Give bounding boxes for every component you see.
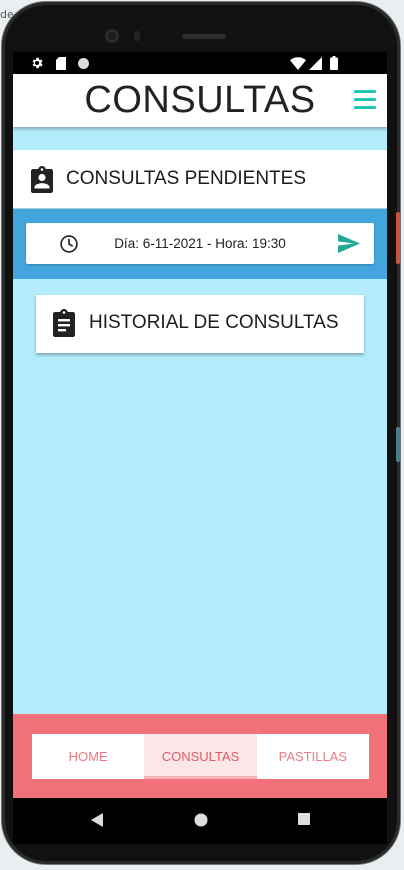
bottom-tab-bar: HOME CONSULTAS PASTILLAS <box>13 714 387 798</box>
pending-appointment-item[interactable]: Día: 6-11-2021 - Hora: 19:30 <box>26 223 374 264</box>
volume-button <box>396 427 400 462</box>
earpiece-speaker <box>182 34 226 39</box>
assignment-icon <box>53 309 75 337</box>
tab-consultas[interactable]: CONSULTAS <box>144 734 257 779</box>
circle-icon <box>77 56 90 70</box>
status-bar <box>13 52 387 74</box>
settings-icon <box>30 56 44 70</box>
appointment-datetime: Día: 6-11-2021 - Hora: 19:30 <box>114 236 286 251</box>
system-nav-bar <box>13 798 387 844</box>
page-title: CONSULTAS <box>84 79 316 121</box>
power-button <box>396 212 400 264</box>
pending-appointments-header: CONSULTAS PENDIENTES <box>13 150 387 208</box>
menu-icon <box>354 90 376 93</box>
battery-icon <box>330 56 338 70</box>
assignment-ind-icon <box>31 166 53 193</box>
history-label: HISTORIAL DE CONSULTAS <box>89 312 339 333</box>
tab-pastillas[interactable]: PASTILLAS <box>257 734 369 779</box>
app-bar: CONSULTAS <box>13 74 387 127</box>
recents-icon[interactable] <box>298 813 310 825</box>
pending-section-label: CONSULTAS PENDIENTES <box>66 168 307 189</box>
front-camera <box>105 29 119 43</box>
signal-icon <box>309 56 322 70</box>
tab-home[interactable]: HOME <box>32 734 144 779</box>
send-icon[interactable] <box>338 234 360 253</box>
app-screen: CONSULTAS CONSULTAS PENDIENTES Día: 6-11… <box>13 52 387 798</box>
sd-card-icon <box>56 56 66 70</box>
home-icon[interactable] <box>194 813 208 827</box>
pending-list: Día: 6-11-2021 - Hora: 19:30 <box>13 209 387 279</box>
menu-button[interactable] <box>354 90 376 110</box>
wifi-icon <box>290 56 306 70</box>
proximity-sensor <box>134 31 140 41</box>
history-card[interactable]: HISTORIAL DE CONSULTAS <box>36 295 364 353</box>
back-icon[interactable] <box>91 813 103 827</box>
tab-group: HOME CONSULTAS PASTILLAS <box>32 734 369 779</box>
